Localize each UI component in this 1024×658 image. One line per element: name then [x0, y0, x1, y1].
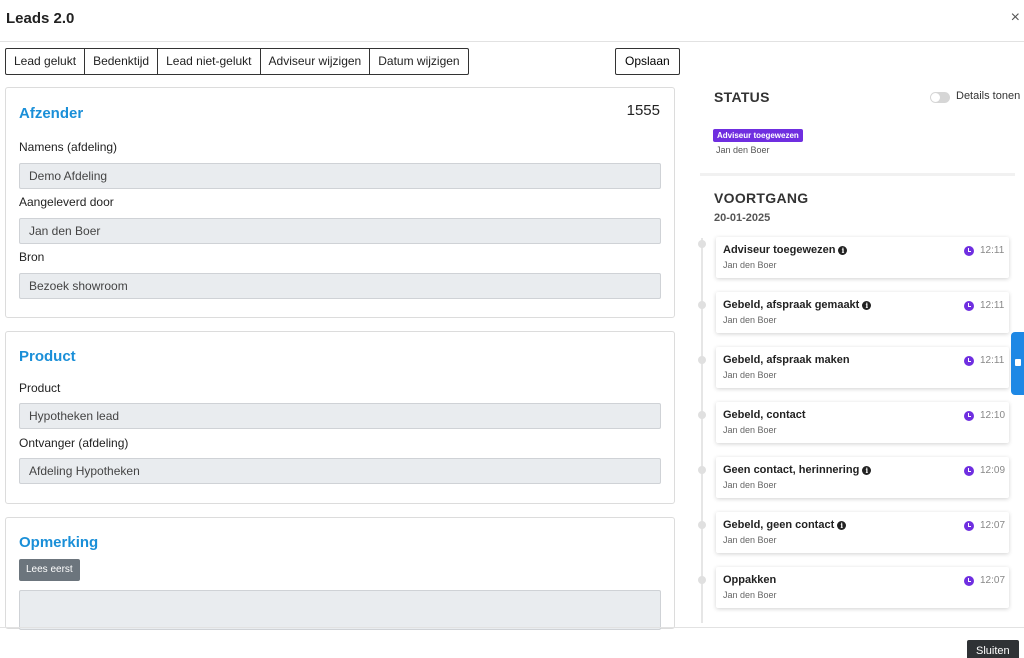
delivered-by-field[interactable]: Jan den Boer	[19, 218, 661, 244]
product-title: Product	[19, 348, 76, 365]
action-toolbar: Lead gelukt Bedenktijd Lead niet-gelukt …	[5, 48, 469, 75]
product-card: Product Product Hypotheken lead Ontvange…	[5, 331, 675, 504]
source-field[interactable]: Bezoek showroom	[19, 273, 661, 299]
timeline-item-time: 12:10	[980, 410, 1006, 421]
clock-icon	[964, 521, 974, 531]
timeline-item: Gebeld, geen contact i Jan den Boer 12:07	[716, 512, 1009, 553]
feedback-icon	[1015, 359, 1021, 366]
modal-title: Leads 2.0	[6, 10, 75, 27]
change-advisor-button[interactable]: Adviseur wijzigen	[259, 48, 371, 75]
timeline-dot	[698, 466, 706, 474]
status-title: STATUS	[714, 89, 770, 105]
source-label: Bron	[19, 250, 45, 264]
timeline-dot	[698, 356, 706, 364]
progress-date: 20-01-2025	[714, 212, 771, 224]
delivered-by-label: Aangeleverd door	[19, 195, 114, 209]
timeline-item-time: 12:09	[980, 465, 1006, 476]
timeline-line	[701, 238, 703, 623]
timeline-item-time: 12:11	[980, 300, 1005, 311]
timeline-item: Geen contact, herinnering i Jan den Boer …	[716, 457, 1009, 498]
lead-success-button[interactable]: Lead gelukt	[5, 48, 86, 75]
close-button[interactable]: Sluiten	[967, 640, 1019, 658]
timeline-item: Gebeld, afspraak gemaakt i Jan den Boer 1…	[716, 292, 1009, 333]
timeline-dot	[698, 521, 706, 529]
close-icon[interactable]: ×	[1011, 9, 1020, 27]
timeline-item-user: Jan den Boer	[723, 425, 777, 435]
divider	[700, 173, 1015, 176]
lead-id: 1555	[626, 102, 660, 119]
timeline-item-time: 12:07	[980, 520, 1006, 531]
read-first-button[interactable]: Lees eerst	[19, 559, 80, 581]
remark-textarea[interactable]	[19, 590, 661, 630]
details-toggle[interactable]	[930, 92, 950, 103]
department-field[interactable]: Demo Afdeling	[19, 163, 661, 189]
footer-divider	[0, 627, 1024, 628]
department-label: Namens (afdeling)	[19, 140, 118, 154]
remark-title: Opmerking	[19, 534, 99, 551]
timeline-item-title: Geen contact, herinnering i	[723, 464, 872, 476]
clock-icon	[964, 576, 974, 586]
info-icon[interactable]: i	[862, 301, 872, 310]
timeline-dot	[698, 301, 706, 309]
receiver-field[interactable]: Afdeling Hypotheken	[19, 458, 661, 484]
timeline-item-time: 12:07	[980, 575, 1006, 586]
modal-header: Leads 2.0 ×	[0, 0, 1024, 42]
status-badge: Adviseur toegewezen	[713, 129, 803, 142]
timeline-item-title: Gebeld, geen contact i	[723, 519, 847, 531]
lead-failed-button[interactable]: Lead niet-gelukt	[157, 48, 261, 75]
timeline-item-time: 12:11	[980, 355, 1005, 366]
remark-card: Opmerking Lees eerst	[5, 517, 675, 630]
timeline-item-user: Jan den Boer	[723, 535, 777, 545]
timeline-item-title: Gebeld, afspraak gemaakt i	[723, 299, 872, 311]
timeline-dot	[698, 576, 706, 584]
timeline-item-user: Jan den Boer	[723, 370, 777, 380]
sender-title: Afzender	[19, 105, 84, 122]
product-field[interactable]: Hypotheken lead	[19, 403, 661, 429]
timeline-item-title: Gebeld, contact	[723, 409, 806, 421]
receiver-label: Ontvanger (afdeling)	[19, 436, 129, 450]
timeline-item: Oppakken Jan den Boer 12:07	[716, 567, 1009, 608]
timeline-item-user: Jan den Boer	[723, 315, 777, 325]
status-user: Jan den Boer	[716, 145, 770, 155]
change-date-button[interactable]: Datum wijzigen	[369, 48, 469, 75]
timeline-dot	[698, 411, 706, 419]
consideration-button[interactable]: Bedenktijd	[84, 48, 159, 75]
timeline-item-title: Gebeld, afspraak maken	[723, 354, 850, 366]
progress-title: VOORTGANG	[714, 190, 809, 206]
timeline-dot	[698, 240, 706, 248]
info-icon[interactable]: i	[837, 521, 847, 530]
clock-icon	[964, 466, 974, 476]
timeline-item-title: Adviseur toegewezen i	[723, 244, 848, 256]
clock-icon	[964, 246, 974, 256]
info-icon[interactable]: i	[838, 246, 848, 255]
timeline-item-user: Jan den Boer	[723, 480, 777, 490]
timeline-item-title: Oppakken	[723, 574, 777, 586]
clock-icon	[964, 356, 974, 366]
clock-icon	[964, 301, 974, 311]
clock-icon	[964, 411, 974, 421]
timeline-item-user: Jan den Boer	[723, 590, 777, 600]
details-toggle-label: Details tonen	[956, 90, 1021, 102]
save-button[interactable]: Opslaan	[615, 48, 680, 75]
timeline-item-time: 12:11	[980, 245, 1005, 256]
timeline-item-user: Jan den Boer	[723, 260, 777, 270]
sender-card: Afzender 1555 Namens (afdeling) Demo Afd…	[5, 87, 675, 318]
timeline-item: Gebeld, contact Jan den Boer 12:10	[716, 402, 1009, 443]
info-icon[interactable]: i	[862, 466, 872, 475]
timeline-item: Gebeld, afspraak maken Jan den Boer 12:1…	[716, 347, 1009, 388]
feedback-tab[interactable]	[1011, 332, 1024, 395]
product-label: Product	[19, 381, 61, 395]
timeline-item: Adviseur toegewezen i Jan den Boer 12:11	[716, 237, 1009, 278]
